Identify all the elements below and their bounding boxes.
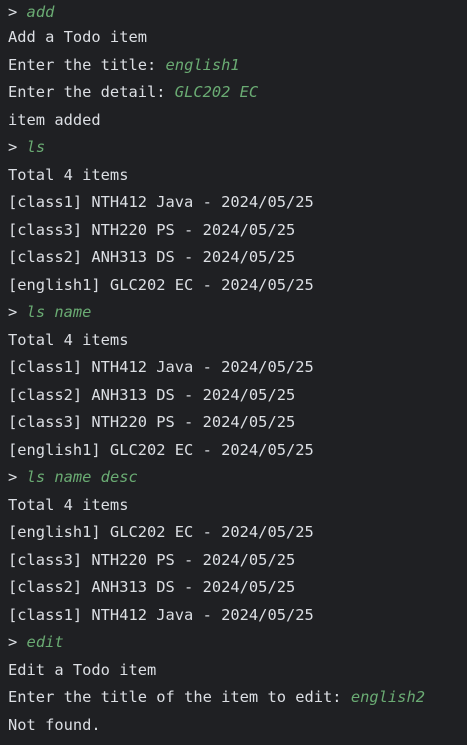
output-line: [english1] GLC202 EC - 2024/05/25 (8, 437, 467, 465)
output-text: [class1] NTH412 Java - 2024/05/25 (8, 193, 314, 211)
command-line: > ls (8, 134, 467, 162)
output-text: item added (8, 110, 101, 129)
output-line: [class3] NTH220 PS - 2024/05/25 (8, 217, 467, 245)
output-line: item added (8, 107, 467, 135)
prompt-text: Enter the title: (8, 55, 166, 74)
command-input: ls (26, 138, 46, 156)
output-text: Total 4 items (8, 165, 129, 184)
output-text: [class3] NTH220 PS - 2024/05/25 (8, 220, 296, 239)
output-text: [class3] NTH220 PS - 2024/05/25 (8, 550, 296, 569)
output-text: Add a Todo item (8, 28, 147, 46)
output-line: [class3] NTH220 PS - 2024/05/25 (8, 547, 467, 575)
command-input: edit (26, 633, 64, 651)
prompt-symbol: > (8, 138, 27, 156)
output-text: Total 4 items (8, 330, 129, 349)
output-line: [class2] ANH313 DS - 2024/05/25 (8, 244, 467, 272)
output-text: [class3] NTH220 PS - 2024/05/25 (8, 413, 296, 431)
command-input: add (26, 3, 55, 21)
prompt-line: Enter the title of the item to edit: eng… (8, 684, 467, 712)
output-text: [class1] NTH412 Java - 2024/05/25 (8, 605, 314, 624)
prompt-text: Enter the title of the item to edit: (8, 688, 351, 706)
output-line: [english1] GLC202 EC - 2024/05/25 (8, 272, 467, 300)
command-line: > ls name desc (8, 464, 467, 492)
command-line: > ls name (8, 299, 467, 327)
output-text: Edit a Todo item (8, 660, 157, 679)
output-text: [class2] ANH313 DS - 2024/05/25 (8, 385, 296, 404)
prompt-symbol: > (8, 303, 27, 321)
prompt-line: Enter the title: english1 (8, 52, 467, 80)
output-line: [class1] NTH412 Java - 2024/05/25 (8, 354, 467, 382)
output-line: Total 4 items (8, 327, 467, 355)
prompt-symbol: > (8, 633, 27, 651)
output-text: [english1] GLC202 EC - 2024/05/25 (8, 275, 314, 294)
output-text: [class2] ANH313 DS - 2024/05/25 (8, 578, 296, 596)
output-line: Total 4 items (8, 492, 467, 520)
command-input: ls name (26, 303, 92, 321)
output-line: Add a Todo item (8, 24, 467, 52)
output-text: Not found. (8, 715, 101, 734)
output-text: [class2] ANH313 DS - 2024/05/25 (8, 248, 296, 266)
output-line: [class2] ANH313 DS - 2024/05/25 (8, 574, 467, 602)
output-line: Total 4 items (8, 162, 467, 190)
prompt-text: Enter the detail: (8, 83, 175, 101)
output-line: [english1] GLC202 EC - 2024/05/25 (8, 519, 467, 547)
output-line: [class1] NTH412 Java - 2024/05/25 (8, 189, 467, 217)
prompt-symbol: > (8, 468, 27, 486)
output-line: [class1] NTH412 Java - 2024/05/25 (8, 602, 467, 630)
output-line: Not found. (8, 712, 467, 740)
user-input: english1 (165, 55, 240, 74)
output-line: Edit a Todo item (8, 657, 467, 685)
command-line: > add (8, 0, 467, 24)
command-line: > edit (8, 629, 467, 657)
prompt-symbol: > (8, 3, 27, 21)
prompt-line: Enter the detail: GLC202 EC (8, 79, 467, 107)
output-text: Total 4 items (8, 495, 129, 514)
output-text: [english1] GLC202 EC - 2024/05/25 (8, 523, 314, 541)
output-text: [class1] NTH412 Java - 2024/05/25 (8, 358, 314, 376)
output-text: [english1] GLC202 EC - 2024/05/25 (8, 440, 314, 459)
output-line: [class3] NTH220 PS - 2024/05/25 (8, 409, 467, 437)
user-input: english2 (350, 688, 425, 706)
output-line: [class2] ANH313 DS - 2024/05/25 (8, 382, 467, 410)
console-output: > add Add a Todo item Enter the title: eng… (0, 0, 467, 745)
command-input: ls name desc (26, 468, 138, 486)
user-input: GLC202 EC (174, 83, 259, 101)
